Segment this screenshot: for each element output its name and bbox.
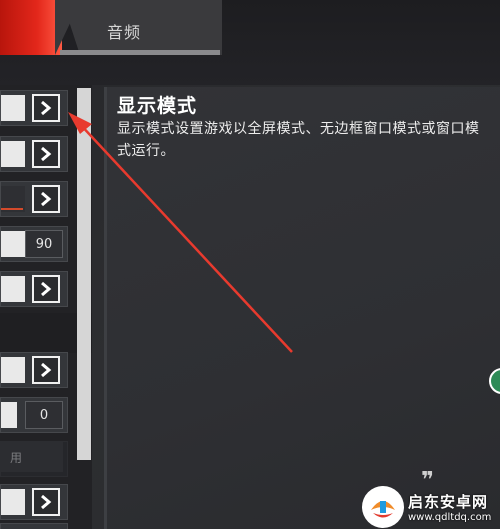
setting-value <box>1 141 25 167</box>
next-option-button[interactable] <box>32 140 60 168</box>
setting-row-display-mode <box>0 90 68 126</box>
tab-underline <box>60 50 220 55</box>
tab-audio-label[interactable]: 音频 <box>107 19 141 43</box>
watermark-url: www.qdltdq.com <box>408 511 492 523</box>
setting-row-5 <box>0 271 68 307</box>
next-option-button[interactable] <box>32 275 60 303</box>
info-panel: 显示模式 显示模式设置游戏以全屏模式、无边框窗口模式或窗口模式运行。 <box>104 87 500 529</box>
disabled-option: 用 <box>1 442 63 472</box>
setting-row-6 <box>0 352 68 388</box>
setting-row-disabled: 用 <box>0 441 68 477</box>
setting-value <box>1 186 25 212</box>
setting-slider[interactable] <box>1 231 25 257</box>
tab-divider <box>55 0 81 55</box>
chevron-right-icon <box>41 146 52 162</box>
watermark-name: 启东安卓网 <box>408 492 489 511</box>
setting-value <box>1 276 25 302</box>
scrollbar[interactable] <box>77 88 91 460</box>
disabled-label: 用 <box>10 450 23 465</box>
chevron-right-icon <box>41 191 52 207</box>
setting-value <box>1 489 25 515</box>
next-option-button[interactable] <box>32 356 60 384</box>
setting-value <box>1 95 25 121</box>
setting-slider[interactable] <box>1 402 17 428</box>
setting-row-10 <box>0 523 68 529</box>
tab-audio[interactable] <box>62 0 222 55</box>
setting-value <box>1 357 25 383</box>
next-option-button[interactable] <box>32 185 60 213</box>
next-option-button[interactable] <box>32 488 60 516</box>
chevron-right-icon <box>41 281 52 297</box>
info-title: 显示模式 <box>117 95 198 117</box>
settings-screen: 音频 90 0 用 显示模式 显示模式设置游戏以全屏模式、无边框窗口模式或窗口模… <box>0 0 500 529</box>
setting-row-7: 0 <box>0 397 68 433</box>
setting-row-9 <box>0 484 68 520</box>
info-description: 显示模式设置游戏以全屏模式、无边框窗口模式或窗口模式运行。 <box>117 121 480 159</box>
number-value-field[interactable]: 0 <box>25 401 63 429</box>
next-option-button[interactable] <box>32 94 60 122</box>
chevron-right-icon <box>41 100 52 116</box>
watermark: 启东安卓网 www.qdltdq.com <box>362 484 500 529</box>
fov-value-field[interactable]: 90 <box>25 230 63 258</box>
setting-row-2 <box>0 136 68 172</box>
setting-row-fov: 90 <box>0 226 68 262</box>
chevron-right-icon <box>41 362 52 378</box>
setting-row-3 <box>0 181 68 217</box>
tab-active-video[interactable] <box>0 0 62 55</box>
watermark-logo-icon <box>362 485 404 528</box>
value-bar <box>1 208 23 210</box>
chevron-right-icon <box>41 494 52 510</box>
